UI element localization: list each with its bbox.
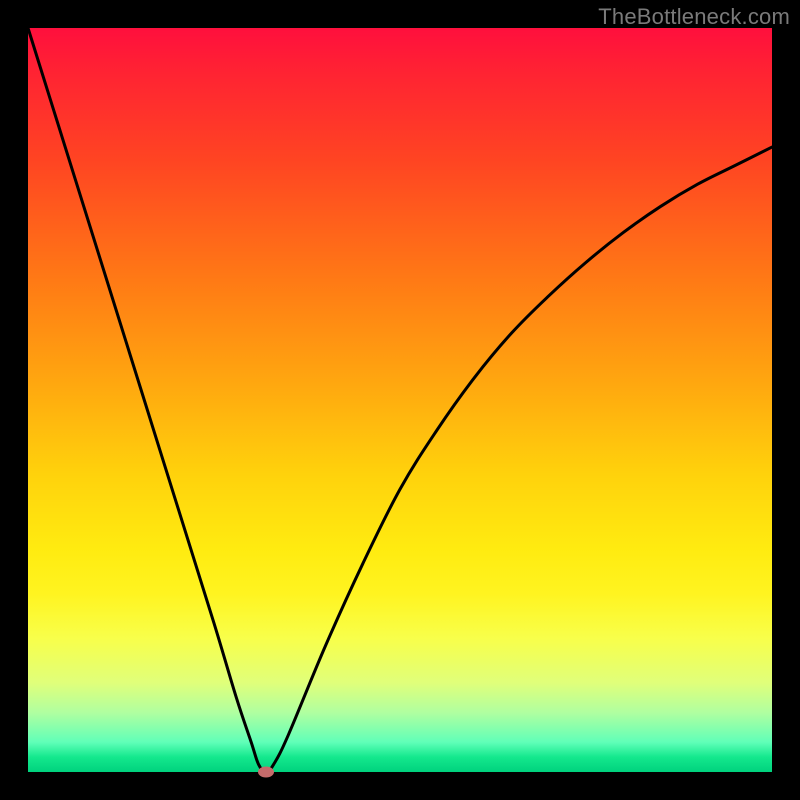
chart-svg [28,28,772,772]
bottleneck-curve [28,28,772,772]
plot-area [28,28,772,772]
optimal-marker [258,767,274,778]
watermark-text: TheBottleneck.com [598,4,790,30]
chart-frame: TheBottleneck.com [0,0,800,800]
